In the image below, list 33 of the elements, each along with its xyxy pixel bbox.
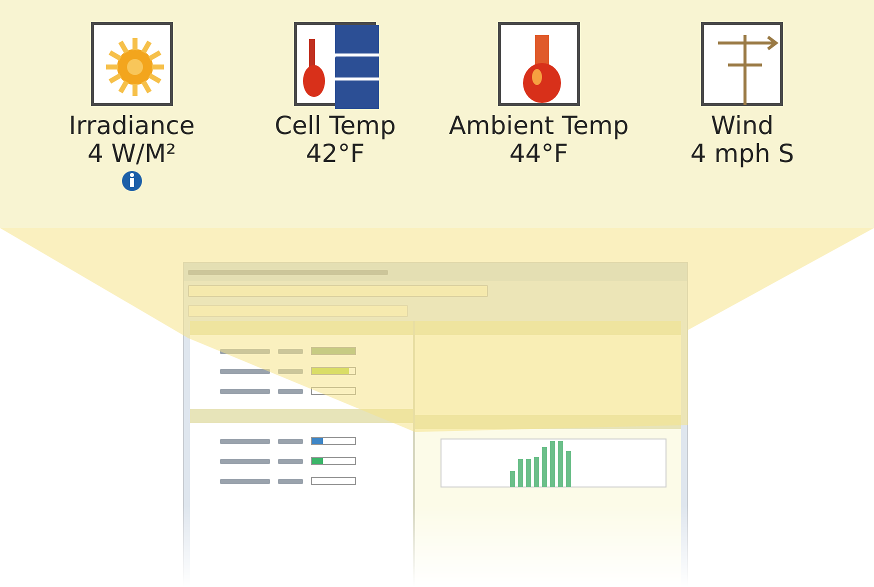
chart-bar (526, 459, 531, 487)
chart-bar (550, 441, 555, 487)
weather-label: Cell Temp (274, 112, 396, 140)
blurred-text (278, 388, 303, 394)
weather-label: Ambient Temp (448, 112, 629, 140)
blurred-text (220, 368, 270, 374)
chart-bar (566, 451, 571, 487)
blurred-text (220, 438, 270, 444)
blurred-text (220, 458, 270, 464)
blurred-text (220, 348, 270, 354)
weather-value: 4 W/M² (87, 140, 176, 167)
weather-value: 4 mph S (690, 140, 794, 167)
weather-label: Wind (710, 112, 774, 140)
weather-vane-icon (701, 22, 784, 106)
chart-bar (534, 457, 539, 487)
chart-bar (558, 441, 563, 487)
thermometer-icon (498, 22, 580, 106)
weather-label: Irradiance (68, 112, 195, 140)
info-icon[interactable] (120, 169, 143, 193)
blurred-text (220, 478, 270, 484)
chart-bar (510, 471, 515, 487)
weather-value: 44°F (509, 140, 568, 167)
blurred-text (278, 458, 303, 464)
blurred-text (278, 348, 303, 354)
weather-value: 42°F (306, 140, 365, 167)
chart-bar (518, 459, 523, 487)
thermometer-solar-panel-icon (294, 22, 376, 106)
sun-icon (90, 22, 173, 106)
blurred-text (278, 478, 303, 484)
blurred-text (220, 388, 270, 394)
blurred-text (278, 438, 303, 444)
blurred-text (278, 368, 303, 374)
chart-bar (542, 447, 547, 487)
